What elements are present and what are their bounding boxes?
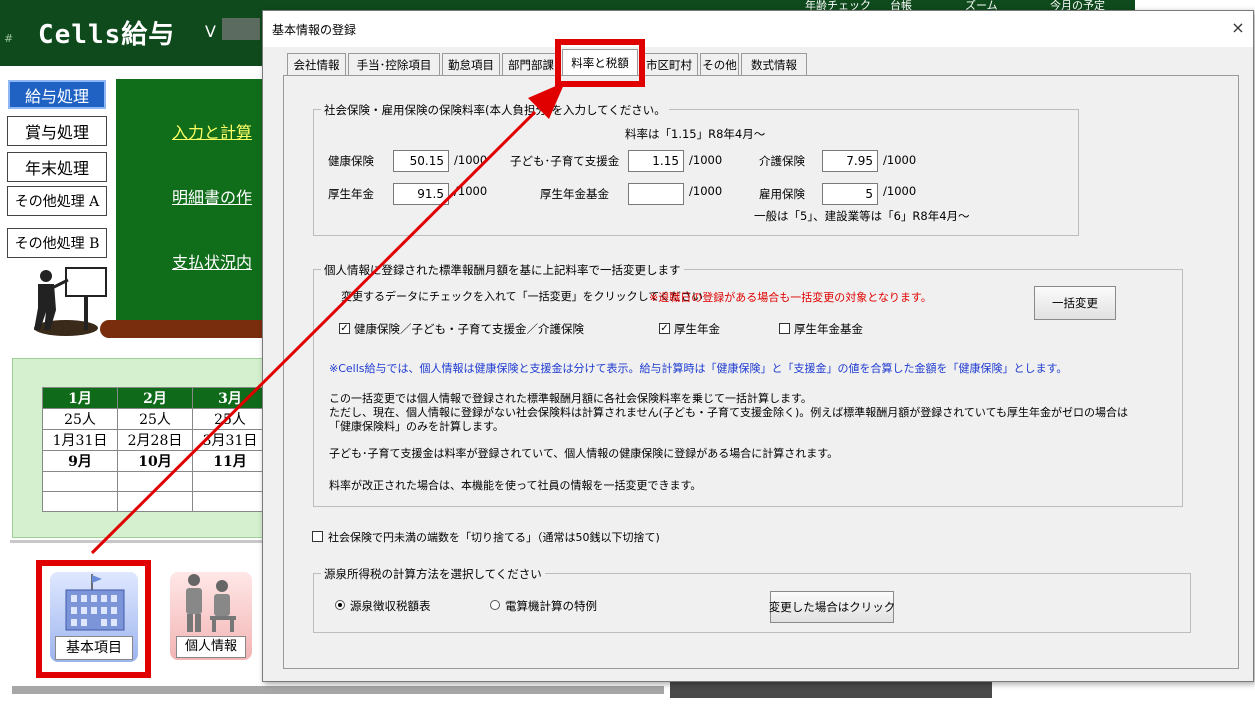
apply-change-button[interactable]: 変更した場合はクリック	[769, 591, 895, 623]
care-rate-input[interactable]: 7.95	[822, 150, 878, 172]
insurance-group-title: 社会保険・雇用保険の保険料率(本人負担分)を入力してください。	[321, 102, 669, 118]
pension-fund-unit: /1000	[689, 184, 723, 198]
computer-calc-label: 電算機計算の特例	[505, 599, 597, 613]
cal-month: 3月	[192, 387, 268, 409]
cal-count: 25人	[42, 408, 118, 430]
bulk-group-title: 個人情報に登録された標準報酬月額を基に上記料率で一括変更します	[321, 262, 684, 278]
tab-departments[interactable]: 部門部課	[502, 53, 560, 75]
cal-empty	[42, 491, 118, 512]
bulk-blue-note: ※Cells給与では、個人情報は健康保険と支援金は分けて表示。給与計算時は「健康…	[329, 362, 1068, 375]
rounding-checkbox[interactable]	[312, 531, 323, 542]
version-redacted	[222, 18, 260, 40]
menu-bonus[interactable]: 賞与処理	[7, 116, 107, 146]
employment-unit: /1000	[883, 184, 917, 198]
pension-unit: /1000	[454, 184, 488, 198]
check-pension-checkbox[interactable]: ✓	[659, 323, 670, 334]
tab-other[interactable]: その他	[700, 53, 739, 75]
app-hash: #	[4, 32, 14, 45]
tax-group-title: 源泉所得税の計算方法を選択してください	[321, 566, 545, 582]
menu-payroll[interactable]: 給与処理	[8, 80, 106, 109]
check-health-checkbox[interactable]: ✓	[339, 323, 350, 334]
pension-fund-rate-input[interactable]	[628, 183, 684, 205]
cal-empty	[117, 471, 193, 492]
tax-table-radio[interactable]	[335, 600, 345, 610]
app-version: V	[205, 22, 216, 41]
dialog-title: 基本情報の登録	[272, 23, 357, 37]
check-fund-checkbox[interactable]	[779, 323, 790, 334]
stage-bar	[100, 320, 280, 338]
tax-method-group	[313, 573, 1191, 633]
cal-count: 25人	[117, 408, 193, 430]
cal-date: 2月28日	[117, 429, 193, 451]
menu-yearend[interactable]: 年末処理	[7, 152, 107, 182]
menu-other-b[interactable]: その他処理 B	[7, 228, 107, 258]
employment-rate-input[interactable]: 5	[822, 183, 878, 205]
rate-note: 料率は「1.15」R8年4月～	[625, 127, 766, 141]
child-support-rate-input[interactable]: 1.15	[628, 150, 684, 172]
close-icon[interactable]: ×	[1227, 17, 1249, 39]
people-icon	[186, 574, 236, 632]
cal-count: 25人	[192, 408, 268, 430]
bulk-para-3: 「健康保険料」のみを計算します。	[329, 420, 504, 433]
cal-date: 1月31日	[42, 429, 118, 451]
cal-empty	[42, 471, 118, 492]
child-support-label: 子ども･子育て支援金	[510, 154, 620, 168]
bulk-para-4: 子ども･子育て支援金は料率が登録されていて、個人情報の健康保険に登録がある場合に…	[329, 447, 839, 460]
tax-table-label: 源泉徴収税額表	[350, 599, 431, 613]
app-title: Cells給与	[38, 20, 176, 50]
computer-calc-radio[interactable]	[490, 600, 500, 610]
bulk-para-5: 料率が改正された場合は、本機能を使って社員の情報を一括変更できます。	[329, 479, 702, 492]
cal-next-month: 9月	[42, 450, 118, 472]
bulk-warning: ※退職日の登録がある場合も一括変更の対象となります。	[649, 291, 932, 304]
cal-date: 3月31日	[192, 429, 268, 451]
care-unit: /1000	[883, 153, 917, 167]
check-fund-label: 厚生年金基金	[794, 322, 863, 336]
check-pension-label: 厚生年金	[674, 322, 720, 336]
basic-info-dialog: 基本情報の登録 × 会社情報 手当･控除項目 勤怠項目 部門部課 料率と税額 市…	[262, 10, 1254, 682]
bulk-para-1: この一括変更では個人情報で登録された標準報酬月額に各社会保険料率を乗じて一括計算…	[329, 392, 812, 405]
pension-rate-input[interactable]: 91.5	[393, 183, 449, 205]
tab-allowances[interactable]: 手当･控除項目	[348, 53, 440, 75]
cal-month: 2月	[117, 387, 193, 409]
care-label: 介護保険	[759, 154, 805, 168]
rounding-label: 社会保険で円未満の端数を「切り捨てる」（通常は50銭以下切捨て)	[328, 531, 660, 544]
employment-note: 一般は「5」、建設業等は「6」R8年4月～	[754, 209, 970, 223]
cal-empty	[192, 471, 268, 492]
link-payslip[interactable]: 明細書の作	[172, 184, 252, 208]
cal-next-month: 10月	[117, 450, 193, 472]
cal-next-month: 11月	[192, 450, 268, 472]
health-unit: /1000	[454, 153, 488, 167]
link-payment-status[interactable]: 支払状況内	[172, 249, 252, 273]
health-rate-input[interactable]: 50.15	[393, 150, 449, 172]
tab-formula[interactable]: 数式情報	[741, 53, 807, 75]
tab-company[interactable]: 会社情報	[287, 53, 346, 75]
schedule-table: 1月 2月 3月 25人 25人 25人 1月31日 2月28日 3月31日 9…	[42, 387, 268, 512]
dialog-titlebar	[263, 11, 1253, 47]
cal-empty	[117, 491, 193, 512]
bulk-change-button[interactable]: 一括変更	[1034, 286, 1116, 320]
pension-label: 厚生年金	[328, 187, 374, 201]
bulk-para-2: ただし、現在、個人情報に登録がない社会保険料は計算されません(子ども・子育て支援…	[329, 406, 1129, 419]
highlight-basic-items	[36, 560, 151, 678]
presenter-icon	[34, 267, 107, 336]
personal-info-label: 個人情報	[176, 636, 246, 658]
tab-municipality[interactable]: 市区町村	[640, 53, 698, 75]
link-input-calc[interactable]: 入力と計算	[172, 119, 252, 143]
menu-other-a[interactable]: その他処理 A	[7, 186, 107, 216]
cal-month: 1月	[42, 387, 118, 409]
bottom-divider	[12, 686, 664, 694]
cal-empty	[192, 491, 268, 512]
health-label: 健康保険	[328, 154, 374, 168]
pension-fund-label: 厚生年金基金	[540, 187, 609, 201]
highlight-rates-tab	[555, 39, 645, 87]
check-health-label: 健康保険／子ども・子育て支援金／介護保険	[354, 322, 584, 336]
tab-attendance[interactable]: 勤怠項目	[442, 53, 500, 75]
employment-label: 雇用保険	[759, 187, 805, 201]
child-support-unit: /1000	[689, 153, 723, 167]
bottom-divider-dark	[670, 682, 992, 698]
